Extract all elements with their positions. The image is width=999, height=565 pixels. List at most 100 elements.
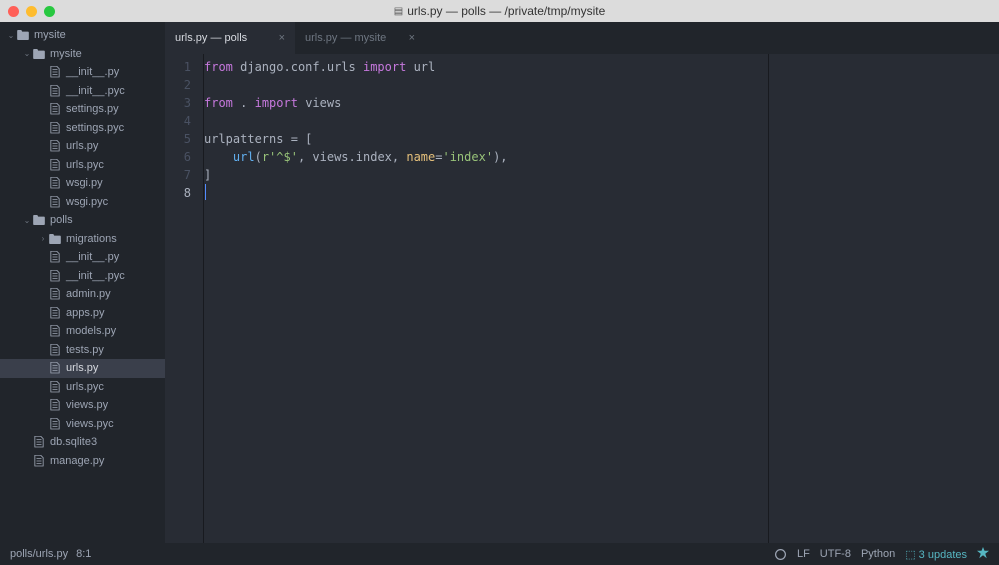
- line-number: 6: [165, 148, 191, 166]
- file-icon: [48, 325, 62, 337]
- maximize-window-button[interactable]: [44, 6, 55, 17]
- title-bar: ▤ urls.py — polls — /private/tmp/mysite: [0, 0, 999, 22]
- code-line: [204, 76, 768, 94]
- chevron-down-icon: ⌄: [6, 31, 16, 40]
- file-icon: [48, 270, 62, 282]
- code-line: urlpatterns = [: [204, 130, 768, 148]
- editor-tab[interactable]: urls.py — mysite ×: [295, 22, 425, 54]
- tree-item-label: tests.py: [66, 344, 104, 356]
- tree-item-label: __init__.py: [66, 251, 119, 263]
- editor-tab[interactable]: urls.py — polls ×: [165, 22, 295, 54]
- tree-file[interactable]: urls.pyc: [0, 156, 165, 175]
- tree-folder[interactable]: ⌄mysite: [0, 45, 165, 64]
- file-tree-sidebar[interactable]: ⌄mysite⌄mysite__init__.py__init__.pycset…: [0, 22, 165, 543]
- main-area: ⌄mysite⌄mysite__init__.py__init__.pycset…: [0, 22, 999, 543]
- line-number-gutter: 12345678: [165, 54, 203, 543]
- tree-file[interactable]: __init__.py: [0, 63, 165, 82]
- tree-file[interactable]: apps.py: [0, 304, 165, 323]
- folder-icon: [32, 49, 46, 59]
- file-icon: [48, 159, 62, 171]
- tree-file[interactable]: __init__.pyc: [0, 82, 165, 101]
- line-number: 2: [165, 76, 191, 94]
- file-icon: [48, 140, 62, 152]
- file-icon: [32, 455, 46, 467]
- tree-folder[interactable]: › migrations: [0, 230, 165, 249]
- tree-file[interactable]: __init__.py: [0, 248, 165, 267]
- tree-file[interactable]: wsgi.pyc: [0, 193, 165, 212]
- status-right: LF UTF-8 Python ⬚ 3 updates: [774, 547, 989, 562]
- code-line: from . import views: [204, 94, 768, 112]
- line-number: 1: [165, 58, 191, 76]
- tree-item-label: urls.py: [66, 362, 98, 374]
- line-number: 7: [165, 166, 191, 184]
- folder-icon: [16, 30, 30, 40]
- close-icon[interactable]: ×: [397, 32, 415, 44]
- tab-label: urls.py — mysite: [305, 32, 386, 44]
- tree-item-label: mysite: [50, 48, 82, 60]
- tree-folder[interactable]: ⌄polls: [0, 211, 165, 230]
- status-updates[interactable]: ⬚ 3 updates: [905, 548, 967, 561]
- tree-file[interactable]: models.py: [0, 322, 165, 341]
- tree-item-label: __init__.pyc: [66, 85, 125, 97]
- file-icon: [48, 307, 62, 319]
- tree-file[interactable]: settings.pyc: [0, 119, 165, 138]
- minimize-window-button[interactable]: [26, 6, 37, 17]
- status-encoding[interactable]: UTF-8: [820, 548, 851, 560]
- code-line: ]: [204, 166, 768, 184]
- status-cursor-position[interactable]: 8:1: [76, 548, 91, 560]
- text-cursor: [205, 184, 206, 200]
- line-number: 4: [165, 112, 191, 130]
- tree-folder[interactable]: ⌄ mysite: [0, 26, 165, 45]
- tree-file[interactable]: urls.py: [0, 359, 165, 378]
- editor-split: 12345678 from django.conf.urls import ur…: [165, 54, 999, 543]
- tree-file[interactable]: urls.py: [0, 137, 165, 156]
- line-number: 3: [165, 94, 191, 112]
- chevron-right-icon: ›: [38, 234, 48, 243]
- tree-item-label: __init__.py: [66, 66, 119, 78]
- tree-file[interactable]: views.pyc: [0, 415, 165, 434]
- tree-file[interactable]: admin.py: [0, 285, 165, 304]
- folder-icon: [48, 234, 62, 244]
- status-language[interactable]: Python: [861, 548, 895, 560]
- tree-item-label: manage.py: [50, 455, 104, 467]
- tree-item-label: apps.py: [66, 307, 105, 319]
- tree-file[interactable]: __init__.pyc: [0, 267, 165, 286]
- traffic-lights: [8, 6, 55, 17]
- status-left: polls/urls.py 8:1: [10, 548, 91, 560]
- tree-file[interactable]: tests.py: [0, 341, 165, 360]
- folder-icon: [32, 215, 46, 225]
- status-settings-icon[interactable]: [977, 547, 989, 562]
- window-title-text: urls.py — polls — /private/tmp/mysite: [407, 4, 605, 18]
- code-line: [204, 184, 768, 202]
- tree-file[interactable]: urls.pyc: [0, 378, 165, 397]
- tree-file[interactable]: views.py: [0, 396, 165, 415]
- git-status-icon[interactable]: [774, 548, 787, 561]
- tree-file[interactable]: wsgi.py: [0, 174, 165, 193]
- file-icon: ▤: [394, 6, 403, 17]
- tree-item-label: db.sqlite3: [50, 436, 97, 448]
- tree-item-label: polls: [50, 214, 73, 226]
- tree-file[interactable]: manage.py: [0, 452, 165, 471]
- file-icon: [48, 344, 62, 356]
- tab-label: urls.py — polls: [175, 32, 247, 44]
- tree-file[interactable]: settings.py: [0, 100, 165, 119]
- code-editor[interactable]: from django.conf.urls import urlfrom . i…: [203, 54, 768, 543]
- file-icon: [48, 399, 62, 411]
- tree-item-label: migrations: [66, 233, 117, 245]
- file-icon: [48, 381, 62, 393]
- close-window-button[interactable]: [8, 6, 19, 17]
- right-pane: [769, 54, 999, 543]
- tree-file[interactable]: db.sqlite3: [0, 433, 165, 452]
- status-line-ending[interactable]: LF: [797, 548, 810, 560]
- tree-item-label: settings.py: [66, 103, 119, 115]
- status-file-path[interactable]: polls/urls.py: [10, 548, 68, 560]
- tree-item-label: __init__.pyc: [66, 270, 125, 282]
- file-icon: [48, 122, 62, 134]
- tree-item-label: urls.pyc: [66, 381, 104, 393]
- file-icon: [48, 288, 62, 300]
- close-icon[interactable]: ×: [267, 32, 285, 44]
- tree-item-label: views.py: [66, 399, 108, 411]
- status-updates-text: 3 updates: [919, 549, 967, 561]
- tree-item-label: wsgi.py: [66, 177, 103, 189]
- tree-item-label: mysite: [34, 29, 66, 41]
